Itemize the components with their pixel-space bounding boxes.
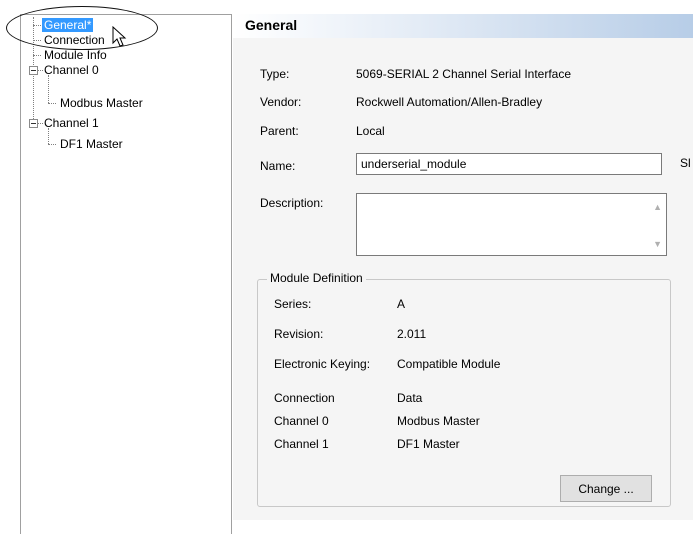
tree-line bbox=[48, 103, 56, 104]
tree-item-df1-master[interactable]: DF1 Master bbox=[58, 137, 125, 152]
vendor-value: Rockwell Automation/Allen-Bradley bbox=[356, 95, 543, 109]
change-button[interactable]: Change ... bbox=[560, 475, 652, 502]
collapse-icon[interactable] bbox=[29, 119, 38, 128]
description-field[interactable]: ▲ ▼ bbox=[356, 193, 667, 256]
tree-line bbox=[33, 55, 41, 56]
name-label: Name: bbox=[260, 159, 296, 173]
tree-item-label: Connection bbox=[44, 33, 105, 47]
tree-item-label: DF1 Master bbox=[60, 137, 123, 151]
tree-line bbox=[48, 144, 56, 145]
tree-item-modbus-master[interactable]: Modbus Master bbox=[58, 96, 145, 111]
parent-label: Parent: bbox=[260, 124, 299, 138]
tree-item-connection[interactable]: Connection bbox=[42, 33, 107, 48]
module-definition-legend: Module Definition bbox=[267, 271, 366, 285]
connection-row-value: Data bbox=[397, 391, 423, 405]
type-label: Type: bbox=[260, 67, 290, 81]
channel-0-row-value: Modbus Master bbox=[397, 414, 480, 428]
tree-item-channel-1[interactable]: Channel 1 bbox=[42, 116, 101, 131]
category-tree: General* Connection Module Info Channel … bbox=[20, 14, 232, 534]
tree-item-module-info[interactable]: Module Info bbox=[42, 48, 109, 63]
type-value: 5069-SERIAL 2 Channel Serial Interface bbox=[356, 67, 572, 81]
channel-1-row-label: Channel 1 bbox=[274, 437, 329, 451]
properties-panel: General Type: 5069-SERIAL 2 Channel Seri… bbox=[233, 14, 693, 520]
parent-value: Local bbox=[356, 124, 385, 138]
tree-item-label: Channel 1 bbox=[44, 116, 99, 130]
keying-label: Electronic Keying: bbox=[274, 357, 371, 371]
series-label: Series: bbox=[274, 297, 312, 311]
tree-item-label: Modbus Master bbox=[60, 96, 143, 110]
tree-line bbox=[33, 25, 41, 26]
connection-row-label: Connection bbox=[274, 391, 335, 405]
tree-item-label: Channel 0 bbox=[44, 63, 99, 77]
section-header: General bbox=[233, 14, 693, 38]
revision-value: 2.011 bbox=[397, 327, 427, 341]
vendor-label: Vendor: bbox=[260, 95, 302, 109]
tree-item-general[interactable]: General* bbox=[42, 18, 94, 33]
keying-value: Compatible Module bbox=[397, 357, 501, 371]
tree-item-channel-0[interactable]: Channel 0 bbox=[42, 63, 101, 78]
channel-1-row-value: DF1 Master bbox=[397, 437, 460, 451]
scroll-up-icon[interactable]: ▲ bbox=[653, 202, 662, 212]
section-title: General bbox=[245, 17, 298, 33]
scroll-down-icon[interactable]: ▼ bbox=[653, 239, 662, 249]
description-label: Description: bbox=[260, 196, 324, 210]
name-field[interactable] bbox=[356, 153, 662, 175]
revision-label: Revision: bbox=[274, 327, 324, 341]
channel-0-row-label: Channel 0 bbox=[274, 414, 329, 428]
collapse-icon[interactable] bbox=[29, 66, 38, 75]
tree-line bbox=[33, 40, 41, 41]
slot-label: Sl bbox=[680, 156, 691, 170]
mouse-pointer-icon bbox=[112, 26, 127, 47]
tree-item-label: Module Info bbox=[44, 48, 107, 62]
tree-line bbox=[48, 75, 49, 103]
tree-item-label: General* bbox=[42, 18, 94, 32]
series-value: A bbox=[397, 297, 406, 311]
